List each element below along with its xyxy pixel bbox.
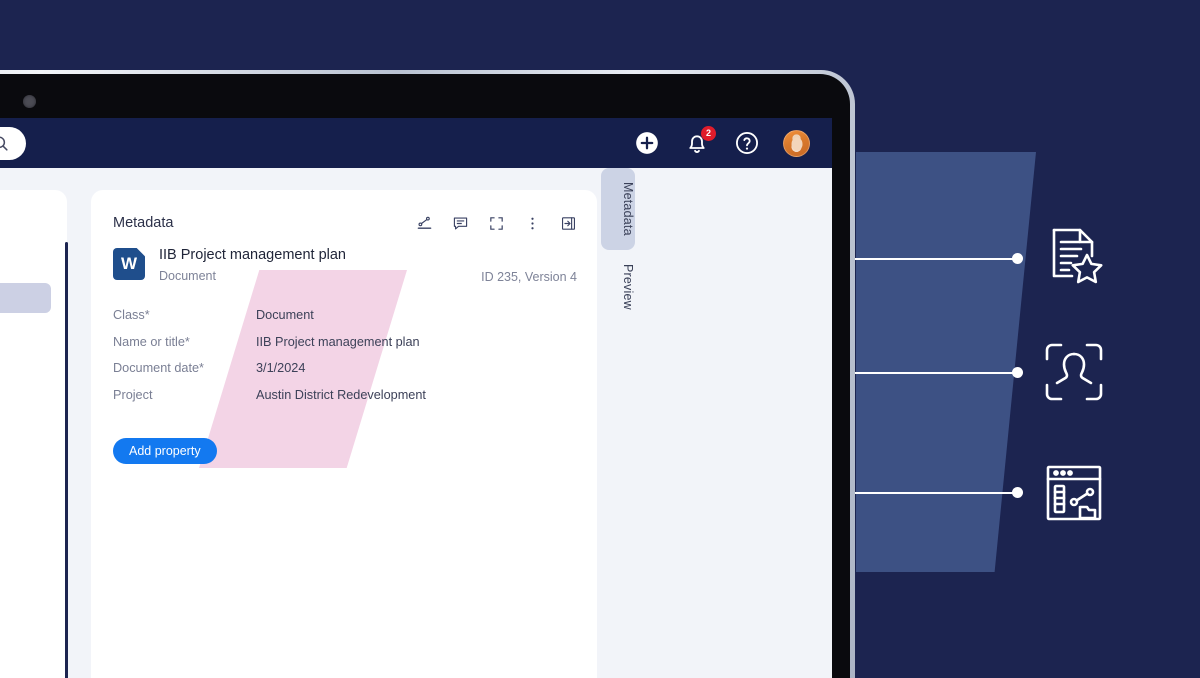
app-body: Metadata W IIB Project management plan D… — [0, 168, 832, 678]
nav-actions: 2 — [633, 118, 810, 168]
connector-dot-2 — [1012, 367, 1023, 378]
field-value[interactable]: IIB Project management plan — [256, 335, 420, 349]
connector-line-3 — [852, 492, 1017, 494]
help-button[interactable] — [733, 129, 761, 157]
app-top-navigation: 2 — [0, 118, 832, 168]
app-screen: 2 Metadata W IIB Project management plan… — [0, 118, 832, 678]
left-list-panel[interactable] — [0, 190, 67, 678]
laptop-bezel: 2 Metadata W IIB Project management plan… — [0, 74, 850, 678]
card-toolbar — [416, 215, 577, 232]
field-label: Name or title* — [113, 334, 190, 349]
field-label: Document date* — [113, 361, 204, 375]
connector-line-2 — [852, 372, 1017, 374]
webcam-icon — [23, 95, 36, 108]
document-subtitle: Document — [159, 269, 216, 283]
search-icon[interactable] — [0, 134, 10, 153]
document-star-icon — [1042, 224, 1106, 288]
list-item-selected[interactable] — [0, 283, 51, 313]
card-header: Metadata — [113, 210, 577, 236]
laptop-mockup: 2 Metadata W IIB Project management plan… — [0, 70, 855, 678]
field-row[interactable]: Project Austin District Redevelopment — [113, 388, 577, 415]
notifications-button[interactable]: 2 — [683, 126, 716, 157]
user-avatar[interactable] — [783, 129, 810, 157]
field-row[interactable]: Class* Document — [113, 308, 577, 335]
field-row[interactable]: Name or title* IIB Project management pl… — [113, 335, 577, 362]
panel-divider[interactable] — [65, 242, 68, 678]
field-value[interactable]: Austin District Redevelopment — [256, 388, 426, 402]
page-title: Metadata — [113, 215, 174, 231]
face-recognition-icon — [1042, 340, 1106, 404]
metadata-detail-card: Metadata W IIB Project management plan D… — [91, 190, 597, 678]
tab-metadata[interactable]: Metadata — [601, 168, 635, 250]
field-value[interactable]: 3/1/2024 — [256, 361, 305, 375]
more-options-icon[interactable] — [524, 215, 541, 232]
side-tabs: Metadata Preview — [601, 168, 635, 324]
decorative-trapezoid — [856, 152, 1036, 572]
field-value[interactable]: Document — [256, 308, 314, 322]
field-label: Project — [113, 387, 153, 402]
collapse-panel-icon[interactable] — [560, 215, 577, 232]
connector-dot-1 — [1012, 253, 1023, 264]
fullscreen-icon[interactable] — [488, 215, 505, 232]
field-row[interactable]: Document date* 3/1/2024 — [113, 361, 577, 388]
document-id-version: ID 235, Version 4 — [481, 270, 577, 284]
word-file-icon: W — [113, 248, 145, 280]
field-label: Class* — [113, 308, 150, 322]
add-property-button[interactable]: Add property — [113, 438, 217, 464]
connector-line-1 — [852, 258, 1017, 260]
connector-dot-3 — [1012, 487, 1023, 498]
workflow-icon[interactable] — [416, 215, 433, 232]
tab-preview[interactable]: Preview — [601, 250, 635, 324]
create-button[interactable] — [633, 129, 661, 157]
document-title: IIB Project management plan — [159, 247, 346, 263]
metadata-fields: Class* Document Name or title* IIB Proje… — [113, 308, 577, 414]
comment-icon[interactable] — [452, 215, 469, 232]
workflow-browser-icon — [1042, 461, 1106, 525]
notification-badge: 2 — [701, 126, 716, 141]
search-bar[interactable] — [0, 127, 26, 160]
